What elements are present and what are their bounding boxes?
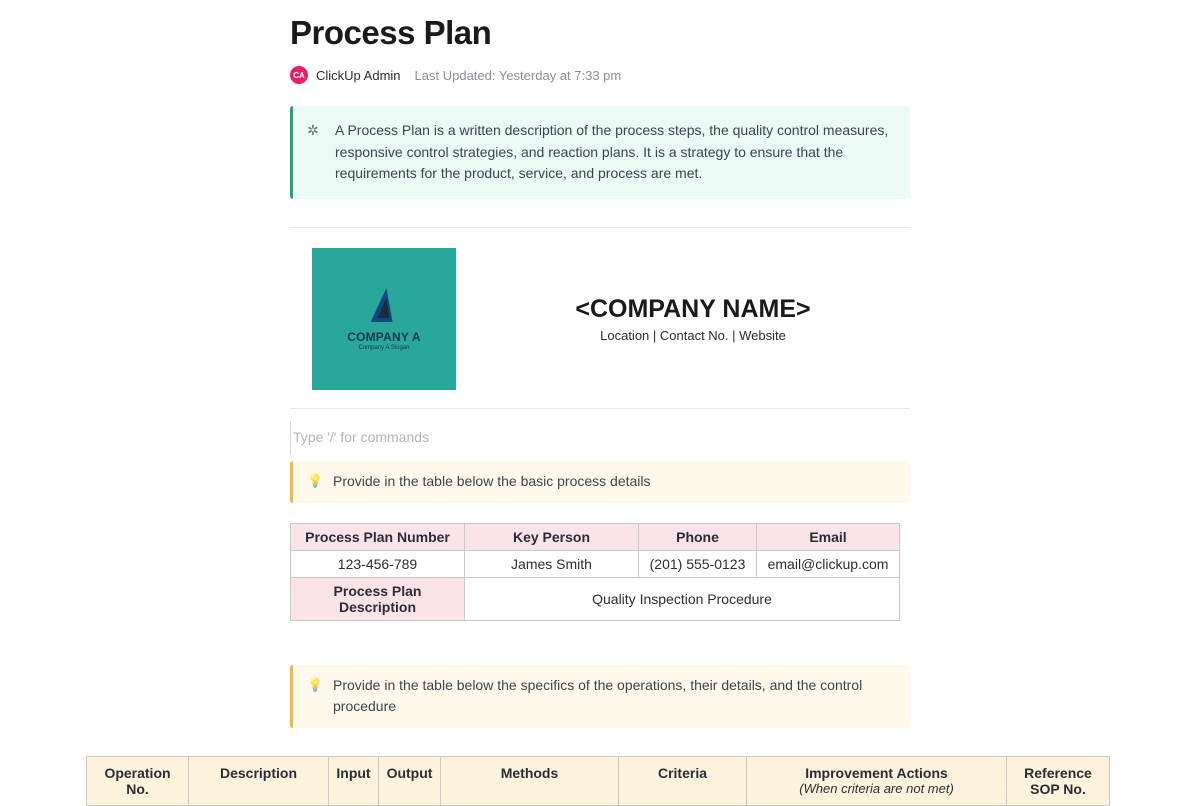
tip-operations: 💡 Provide in the table below the specifi…	[290, 665, 910, 728]
th-key-person: Key Person	[465, 523, 639, 550]
lightbulb-icon: 💡	[307, 471, 323, 491]
table-row[interactable]: Process Plan Description Quality Inspect…	[291, 577, 900, 620]
lightbulb-icon: 💡	[307, 675, 323, 695]
logo-icon	[373, 288, 395, 322]
last-updated: Last Updated: Yesterday at 7:33 pm	[415, 68, 622, 83]
th-improvement-sub: (When criteria are not met)	[753, 781, 1000, 796]
td-desc-label: Process Plan Description	[291, 577, 465, 620]
th-email: Email	[757, 523, 900, 550]
operations-table[interactable]: Operation No. Description Input Output M…	[86, 756, 1110, 806]
gear-icon: ✲	[307, 120, 319, 142]
td-phone[interactable]: (201) 555-0123	[639, 550, 757, 577]
th-plan-number: Process Plan Number	[291, 523, 465, 550]
intro-callout-text: A Process Plan is a written description …	[335, 122, 888, 181]
tip-text: Provide in the table below the specifics…	[333, 677, 862, 715]
tip-basic-details: 💡 Provide in the table below the basic p…	[290, 461, 910, 503]
avatar: CA	[290, 66, 308, 84]
td-email[interactable]: email@clickup.com	[757, 550, 900, 577]
logo-text-sub: Company A Slogan	[358, 345, 409, 351]
th-criteria: Criteria	[619, 757, 747, 806]
company-subline[interactable]: Location | Contact No. | Website	[600, 328, 786, 343]
td-desc-value[interactable]: Quality Inspection Procedure	[465, 577, 900, 620]
table-row[interactable]: 123-456-789 James Smith (201) 555-0123 e…	[291, 550, 900, 577]
th-ref-sop: Reference SOP No.	[1007, 757, 1110, 806]
th-improvement-main: Improvement Actions	[805, 765, 948, 781]
th-output: Output	[379, 757, 441, 806]
author-name: ClickUp Admin	[316, 68, 401, 83]
th-methods: Methods	[441, 757, 619, 806]
th-description: Description	[189, 757, 329, 806]
command-input[interactable]: Type '/' for commands	[290, 421, 910, 455]
divider	[290, 408, 910, 409]
th-phone: Phone	[639, 523, 757, 550]
logo-text-main: COMPANY A	[347, 330, 421, 344]
th-op-no: Operation No.	[87, 757, 189, 806]
divider	[290, 227, 910, 228]
company-logo: COMPANY A Company A Slogan	[312, 248, 456, 390]
td-key-person[interactable]: James Smith	[465, 550, 639, 577]
td-plan-number[interactable]: 123-456-789	[291, 550, 465, 577]
th-improvement: Improvement Actions (When criteria are n…	[747, 757, 1007, 806]
intro-callout: ✲ A Process Plan is a written descriptio…	[290, 106, 910, 199]
details-table[interactable]: Process Plan Number Key Person Phone Ema…	[290, 523, 900, 621]
company-name[interactable]: <COMPANY NAME>	[575, 295, 810, 324]
tip-text: Provide in the table below the basic pro…	[333, 473, 651, 489]
company-header: COMPANY A Company A Slogan <COMPANY NAME…	[290, 242, 910, 408]
doc-meta: CA ClickUp Admin Last Updated: Yesterday…	[290, 66, 910, 84]
page-title: Process Plan	[290, 14, 910, 52]
th-input: Input	[329, 757, 379, 806]
